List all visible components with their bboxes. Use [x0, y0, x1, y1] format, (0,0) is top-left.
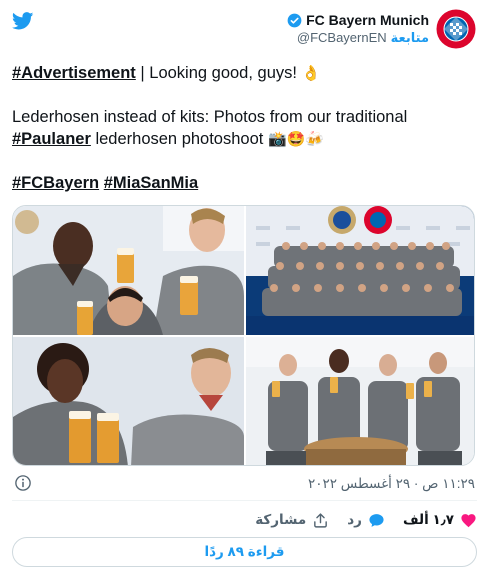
photo-players-beers[interactable] — [13, 337, 244, 465]
twitter-bird-icon[interactable] — [12, 12, 34, 30]
share-upload-icon — [314, 512, 328, 528]
like-count: ١٫٧ ألف — [402, 512, 454, 527]
reply-button[interactable]: رد — [347, 512, 385, 529]
tweet-timestamp[interactable]: ١١:٢٩ ص · ٢٩ أغسطس ٢٠٢٢ — [308, 476, 475, 492]
author-name-row: FC Bayern Munich — [287, 12, 429, 28]
photo-players-barrel[interactable] — [246, 337, 474, 465]
hashtag-miasanmia[interactable]: #MiaSanMia — [104, 174, 198, 192]
tweet-text: #Advertisement | Looking good, guys! 👌 L… — [12, 62, 477, 194]
speech-bubble-icon — [369, 513, 384, 527]
hashtag-fcbayern[interactable]: #FCBayern — [12, 174, 99, 192]
tweet-hashtags: #FCBayern #MiaSanMia — [12, 172, 477, 194]
share-label: مشاركة — [255, 512, 307, 527]
tweet-line-2: Lederhosen instead of kits: Photos from … — [12, 108, 408, 126]
author-sub: @FCBayernEN متابعة — [287, 30, 429, 46]
divider — [12, 500, 477, 501]
author-name[interactable]: FC Bayern Munich — [306, 12, 429, 28]
fc-bayern-logo-icon — [435, 8, 477, 50]
read-replies-button[interactable]: قراءة ٨٩ ردًا — [12, 537, 477, 567]
tweet-line-3-text: lederhosen photoshoot — [90, 130, 268, 148]
tweet-actions: ١٫٧ ألف رد مشاركة — [12, 508, 477, 532]
tweet-line-1-text: | Looking good, guys! — [135, 64, 302, 82]
author-meta: FC Bayern Munich @FCBayernEN متابعة — [287, 12, 429, 46]
tweet-line-3: #Paulaner lederhosen photoshoot 📸🤩🍻 — [12, 128, 477, 150]
tweet-embed-card: FC Bayern Munich @FCBayernEN متابعة #Adv… — [0, 0, 489, 579]
tweet-line-1: #Advertisement | Looking good, guys! 👌 — [12, 62, 477, 84]
avatar[interactable] — [435, 8, 477, 50]
author-block: FC Bayern Munich @FCBayernEN متابعة — [287, 8, 477, 50]
share-button[interactable]: مشاركة — [255, 512, 329, 529]
heart-icon — [461, 513, 476, 527]
follow-button[interactable]: متابعة — [391, 30, 429, 45]
author-handle[interactable]: @FCBayernEN — [297, 30, 387, 45]
verified-badge-icon — [287, 13, 302, 27]
ok-hand-emoji: 👌 — [301, 64, 321, 82]
media-grid — [12, 205, 475, 466]
hashtag-paulaner[interactable]: #Paulaner — [12, 130, 91, 148]
camera-starstruck-beer-emojis: 📸🤩🍻 — [267, 130, 324, 148]
photo-team-group[interactable] — [246, 206, 474, 335]
reply-label: رد — [347, 512, 362, 527]
hashtag-advertisement[interactable]: #Advertisement — [12, 64, 136, 82]
photo-players-laughing[interactable] — [13, 206, 244, 335]
like-button[interactable]: ١٫٧ ألف — [403, 512, 477, 529]
info-icon[interactable] — [14, 474, 32, 492]
